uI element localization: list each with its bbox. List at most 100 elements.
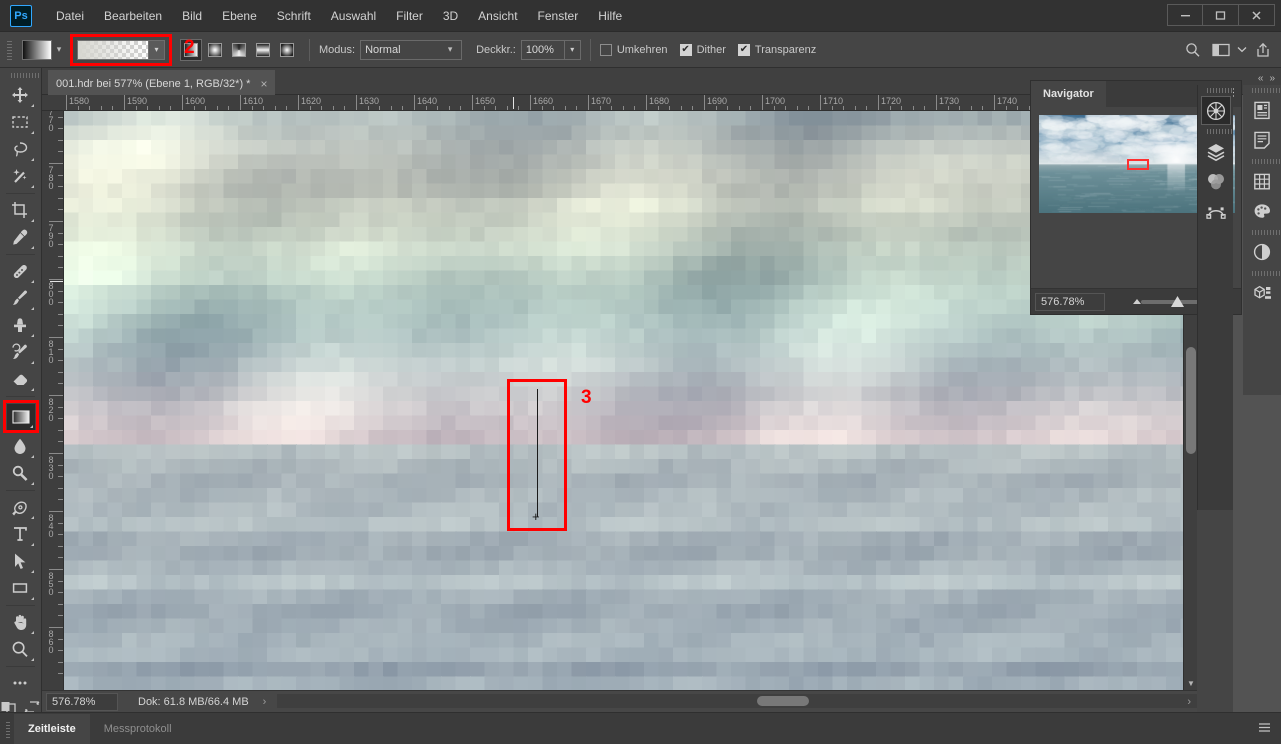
tools-panel-grip[interactable] [0, 68, 41, 82]
opacity-input[interactable]: 100% [520, 39, 565, 60]
histogram-panel-icon[interactable] [1247, 167, 1277, 196]
brush-tool[interactable] [6, 285, 36, 312]
channels-panel-icon[interactable] [1201, 167, 1231, 196]
tab-navigator[interactable]: Navigator [1031, 81, 1106, 107]
zoom-tool[interactable] [6, 636, 36, 663]
gradient-tool[interactable] [6, 403, 35, 430]
dither-checkbox[interactable]: Dither [679, 43, 726, 56]
dodge-tool[interactable] [6, 460, 36, 487]
menu-filter[interactable]: Filter [386, 0, 433, 32]
adjustments-panel-icon[interactable] [1247, 238, 1277, 267]
blend-mode-select[interactable]: Normal ▾ [360, 39, 463, 60]
search-icon[interactable] [1179, 36, 1207, 64]
invert-checkbox[interactable]: Umkehren [599, 43, 668, 56]
dock-grip[interactable] [1198, 126, 1233, 136]
menu-fenster[interactable]: Fenster [528, 0, 589, 32]
tab-messprotokoll[interactable]: Messprotokoll [90, 714, 186, 744]
diamond-gradient-button[interactable] [276, 39, 298, 61]
menu-schrift[interactable]: Schrift [267, 0, 321, 32]
reflected-gradient-button[interactable] [252, 39, 274, 61]
pen-tool[interactable] [6, 494, 36, 521]
radial-gradient-button[interactable] [204, 39, 226, 61]
dock-collapse-icons[interactable]: « » [1258, 73, 1275, 84]
menu-datei[interactable]: Datei [46, 0, 94, 32]
document-tab[interactable]: 001.hdr bei 577% (Ebene 1, RGB/32*) * × [48, 70, 276, 95]
move-tool[interactable] [6, 82, 36, 109]
menu-3d[interactable]: 3D [433, 0, 468, 32]
menu-bild[interactable]: Bild [172, 0, 212, 32]
menu-auswahl[interactable]: Auswahl [321, 0, 386, 32]
zoom-level-input[interactable]: 576.78% [46, 692, 118, 711]
menu-ebene[interactable]: Ebene [212, 0, 267, 32]
horizontal-scrollbar[interactable] [277, 694, 1197, 708]
share-icon[interactable] [1249, 36, 1277, 64]
gradient-picker[interactable]: ▾ [77, 39, 165, 60]
navigator-zoom-input[interactable]: 576.78% [1035, 292, 1105, 311]
magic-wand-tool[interactable] [6, 163, 36, 190]
document-image[interactable] [64, 111, 1197, 690]
ruler-minor-tick [89, 106, 91, 110]
rectangular-marquee-tool[interactable] [6, 109, 36, 136]
navigator-view-rectangle[interactable] [1127, 159, 1149, 170]
double-chevron-right-icon[interactable]: » [1269, 73, 1275, 84]
dock-grip[interactable] [1243, 268, 1281, 278]
panel-menu-icon[interactable] [1258, 722, 1271, 736]
clone-stamp-tool[interactable] [6, 312, 36, 339]
scroll-down-icon[interactable]: ▼ [1184, 676, 1198, 690]
close-icon[interactable] [1239, 4, 1275, 26]
transparency-checkbox[interactable]: Transparenz [737, 43, 816, 56]
close-icon[interactable]: × [260, 77, 267, 91]
tab-zeitleiste[interactable]: Zeitleiste [14, 713, 90, 744]
lasso-tool[interactable] [6, 136, 36, 163]
3d-panel-icon[interactable] [1200, 96, 1231, 125]
chevron-down-icon[interactable]: ▾ [52, 44, 66, 55]
dock-grip[interactable] [1243, 156, 1281, 166]
3d-assets-panel-icon[interactable] [1247, 279, 1277, 308]
horizontal-ruler[interactable]: 1580 1590 1600 1610 1620 1630 1640 1650 1660 1670… [42, 95, 1197, 111]
eraser-tool[interactable] [6, 366, 36, 393]
ruler-minor-tick [599, 106, 601, 110]
ruler-minor-tick [796, 106, 798, 110]
type-tool[interactable] [6, 521, 36, 548]
menu-bearbeiten[interactable]: Bearbeiten [94, 0, 172, 32]
dock-grip[interactable] [1198, 85, 1233, 95]
path-selection-tool[interactable] [6, 548, 36, 575]
options-bar-grip[interactable] [5, 38, 15, 61]
timeline-panel-grip[interactable] [4, 718, 12, 739]
maximize-icon[interactable] [1203, 4, 1239, 26]
menu-hilfe[interactable]: Hilfe [588, 0, 632, 32]
workspace-icon[interactable] [1207, 36, 1235, 64]
info-panel-icon[interactable] [1247, 96, 1277, 125]
scrollbar-thumb[interactable] [757, 696, 809, 706]
eyedropper-tool[interactable] [6, 224, 36, 251]
linear-gradient-button[interactable]: 2 [180, 37, 202, 61]
notes-panel-icon[interactable] [1247, 126, 1277, 155]
chevron-right-icon[interactable]: › [1187, 696, 1191, 708]
tool-preset-picker[interactable]: ▾ [22, 39, 66, 60]
healing-brush-tool[interactable] [6, 258, 36, 285]
scrollbar-thumb[interactable] [1186, 347, 1196, 454]
chevron-down-icon[interactable] [1235, 36, 1249, 64]
chevron-down-icon[interactable]: ▾ [564, 39, 581, 60]
vertical-ruler[interactable]: 770 780 790 800 810 820 830 840 850 860 [42, 111, 64, 690]
chevron-right-icon[interactable]: › [263, 696, 267, 708]
rectangle-tool[interactable] [6, 575, 36, 602]
double-chevron-left-icon[interactable]: « [1258, 73, 1264, 84]
history-brush-tool[interactable] [6, 339, 36, 366]
layers-panel-icon[interactable] [1201, 137, 1231, 166]
menu-ansicht[interactable]: Ansicht [468, 0, 527, 32]
angle-gradient-button[interactable] [228, 39, 250, 61]
ruler-minor-tick [58, 267, 63, 269]
dock-grip[interactable] [1243, 85, 1281, 95]
image-viewport[interactable]: + 3 [64, 111, 1197, 690]
annotation-box-1: 1 [2, 400, 58, 433]
swatches-panel-icon[interactable] [1247, 197, 1277, 226]
blur-tool[interactable] [6, 433, 36, 460]
chevron-down-icon[interactable]: ▾ [149, 39, 165, 60]
edit-toolbar-button[interactable] [6, 670, 36, 697]
minimize-icon[interactable] [1167, 4, 1203, 26]
crop-tool[interactable] [6, 197, 36, 224]
hand-tool[interactable] [6, 609, 36, 636]
paths-panel-icon[interactable] [1201, 197, 1231, 226]
dock-grip[interactable] [1243, 227, 1281, 237]
